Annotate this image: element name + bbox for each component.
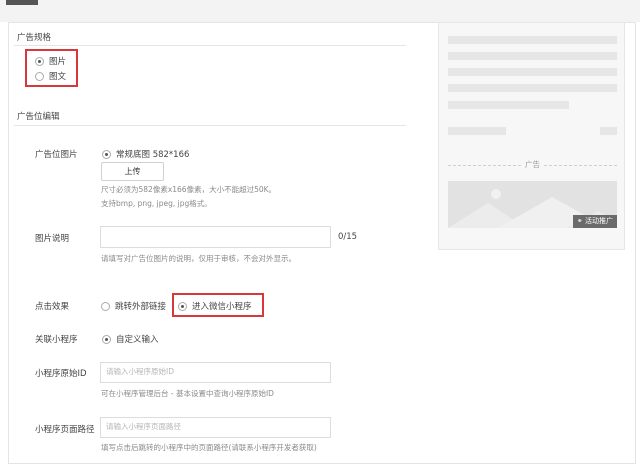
- placeholder-line: [448, 127, 506, 135]
- desc-input[interactable]: [100, 226, 331, 248]
- placeholder-line: [600, 127, 617, 135]
- divider: [14, 125, 406, 126]
- placeholder-line: [448, 101, 569, 109]
- image-option-label: 常规底图 582*166: [116, 150, 190, 160]
- placeholder-line: [448, 84, 617, 92]
- upload-button[interactable]: 上传: [101, 162, 164, 181]
- radio-selected-icon: [102, 335, 111, 344]
- active-tab-indicator: [6, 0, 38, 5]
- miniapp-label: 关联小程序: [35, 335, 78, 345]
- image-size-hint: 尺寸必须为582像素x166像素，大小不能超过50K。: [101, 185, 277, 194]
- highlight-box-click: [172, 293, 264, 317]
- ad-divider-left: [448, 165, 521, 166]
- page-path-input[interactable]: 请输入小程序页面路径: [100, 417, 331, 438]
- link-icon: ⚭: [576, 217, 583, 225]
- origin-id-hint: 可在小程序管理后台 - 基本设置中查询小程序原始ID: [101, 389, 274, 398]
- divider: [14, 45, 406, 46]
- placeholder-line: [448, 36, 617, 44]
- click-option-external-link-label: 跳转外部链接: [115, 302, 167, 312]
- placeholder-line: [448, 68, 617, 76]
- click-effect-label: 点击效果: [35, 302, 70, 312]
- desc-label: 图片说明: [35, 234, 70, 244]
- miniapp-option-label: 自定义输入: [116, 335, 159, 345]
- image-label: 广告位图片: [35, 150, 78, 160]
- ad-label: 广告: [525, 160, 540, 169]
- image-option-regular[interactable]: 常规底图 582*166: [102, 148, 189, 160]
- promo-tag: ⚭ 活动推广: [572, 215, 617, 228]
- page-path-hint: 填写点击后跳转的小程序中的页面路径(请联系小程序开发者获取): [101, 443, 317, 452]
- placeholder-line: [448, 52, 617, 60]
- ad-divider-right: [544, 165, 617, 166]
- radio-selected-icon: [102, 150, 111, 159]
- promo-tag-label: 活动推广: [585, 217, 613, 225]
- page-path-label: 小程序页面路径: [35, 425, 95, 435]
- ad-image-placeholder: ⚭ 活动推广: [448, 181, 617, 228]
- section-title-edit: 广告位编辑: [17, 112, 60, 122]
- radio-icon: [101, 302, 110, 311]
- image-format-hint: 支持bmp, png, jpeg, jpg格式。: [101, 199, 212, 208]
- origin-id-label: 小程序原始ID: [35, 369, 87, 379]
- section-title-spec: 广告规格: [17, 33, 52, 43]
- click-option-external-link[interactable]: 跳转外部链接: [101, 300, 166, 312]
- ad-preview-panel: 广告 ⚭ 活动推广: [438, 22, 625, 250]
- origin-id-input[interactable]: 请输入小程序原始ID: [100, 362, 331, 383]
- top-bar: [0, 0, 640, 22]
- desc-hint: 请填写对广告位图片的说明，仅用于审核，不会对外显示。: [101, 254, 296, 263]
- miniapp-option-custom[interactable]: 自定义输入: [102, 333, 159, 345]
- highlight-box-spec: [25, 49, 78, 87]
- desc-counter: 0/15: [338, 232, 358, 242]
